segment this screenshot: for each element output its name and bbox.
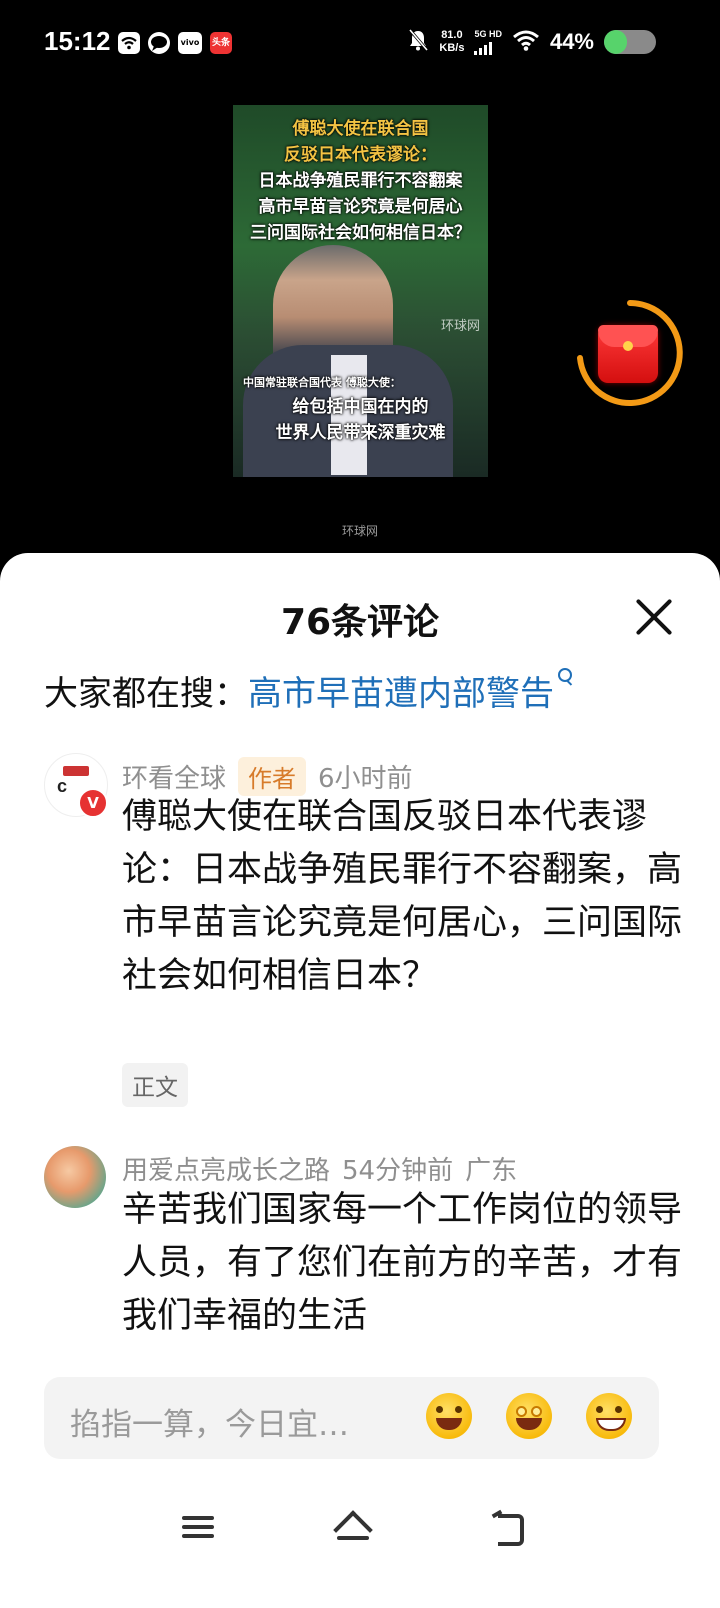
video-caption-line-2: 世界人民带来深重灾难 <box>275 423 446 443</box>
close-icon[interactable] <box>632 595 676 639</box>
battery-icon <box>604 30 656 54</box>
mute-bell-icon <box>407 28 429 56</box>
red-packet-icon[interactable] <box>598 325 658 383</box>
grinning-emoji-icon[interactable] <box>426 1393 472 1439</box>
comment-username[interactable]: 环看全球 <box>122 764 226 794</box>
video-title-line-3: 日本战争殖民罪行不容翻案 <box>258 171 463 191</box>
comment-time: 54分钟前 <box>342 1156 454 1186</box>
network-signal: 5G HD <box>474 29 502 55</box>
home-icon[interactable] <box>331 1510 371 1544</box>
video-title-line-4: 高市早苗言论究竟是何居心 <box>258 197 463 217</box>
status-time: 15:12 <box>44 26 111 56</box>
battery-percent: 44% <box>549 29 594 54</box>
network-type: 5G HD <box>474 29 502 39</box>
comment-username[interactable]: 用爱点亮成长之路 <box>122 1156 330 1186</box>
video-caption-line-1: 给包括中国在内的 <box>292 397 429 417</box>
video-caption-small: 中国常驻联合国代表 傅聪大使： <box>243 376 401 389</box>
grimacing-emoji-icon[interactable] <box>586 1393 632 1439</box>
comment-time: 6小时前 <box>318 764 413 794</box>
battery-level-fill <box>604 30 627 54</box>
vivo-icon: vivo <box>178 32 202 54</box>
main-text-tag[interactable]: 正文 <box>122 1063 188 1107</box>
search-icon[interactable] <box>556 666 574 690</box>
video-watermark: 环球网 <box>341 524 378 538</box>
status-right-group: 81.0 KB/s 5G HD 44% <box>407 28 656 56</box>
trending-search: 大家都在搜：高市早苗遭内部警告 <box>44 666 574 715</box>
video-title-line-5: 三问国际社会如何相信日本？ <box>250 223 471 243</box>
comments-title: 76条评论 <box>280 602 440 643</box>
toutiao-icon: 头条 <box>210 32 232 54</box>
comment-input-placeholder[interactable]: 掐指一算，今日宜… <box>70 1399 349 1444</box>
comment-meta: 用爱点亮成长之路 54分钟前 广东 <box>122 1150 517 1187</box>
video-player[interactable]: 傅聪大使在联合国 反驳日本代表谬论： 日本战争殖民罪行不容翻案 高市早苗言论究竟… <box>233 105 488 477</box>
video-title-line-2: 反驳日本代表谬论： <box>284 145 437 165</box>
video-inner-watermark: 环球网 <box>440 319 480 334</box>
chat-icon <box>148 32 170 54</box>
wifi-notify-icon <box>118 32 140 54</box>
verified-badge: V <box>78 788 108 818</box>
comment-item: c 环看全球 作者 6小时前 傅聪大使在联合国反驳日本代表谬论：日本战争殖民罪行不容… <box>44 753 684 1113</box>
trending-search-prefix: 大家都在搜： <box>44 674 248 714</box>
comment-text[interactable]: 傅聪大使在联合国反驳日本代表谬论：日本战争殖民罪行不容翻案，高市早苗言论究竟是何… <box>122 791 682 1003</box>
menu-icon[interactable] <box>178 1510 218 1544</box>
comment-text[interactable]: 辛苦我们国家每一个工作岗位的领导人员，有了您们在前方的辛苦，才有我们幸福的生活 <box>122 1184 682 1343</box>
net-speed: 81.0 KB/s <box>439 29 465 54</box>
comment-location: 广东 <box>465 1156 518 1186</box>
comment-input-bar[interactable]: 掐指一算，今日宜… <box>44 1377 659 1459</box>
signal-bars-icon <box>474 39 502 55</box>
video-title-line-1: 傅聪大使在联合国 <box>292 119 429 139</box>
wifi-icon <box>512 29 540 55</box>
trending-search-link[interactable]: 高市早苗遭内部警告 <box>248 674 554 714</box>
back-icon[interactable] <box>490 1510 530 1546</box>
status-bar: 15:12 vivo 头条 81.0 KB/s 5G HD 44% <box>0 0 720 90</box>
comment-item: 用爱点亮成长之路 54分钟前 广东 辛苦我们国家每一个工作岗位的领导人员，有了您们在… <box>44 1146 684 1376</box>
star-eyes-emoji-icon[interactable] <box>506 1393 552 1439</box>
avatar[interactable] <box>44 1146 106 1208</box>
